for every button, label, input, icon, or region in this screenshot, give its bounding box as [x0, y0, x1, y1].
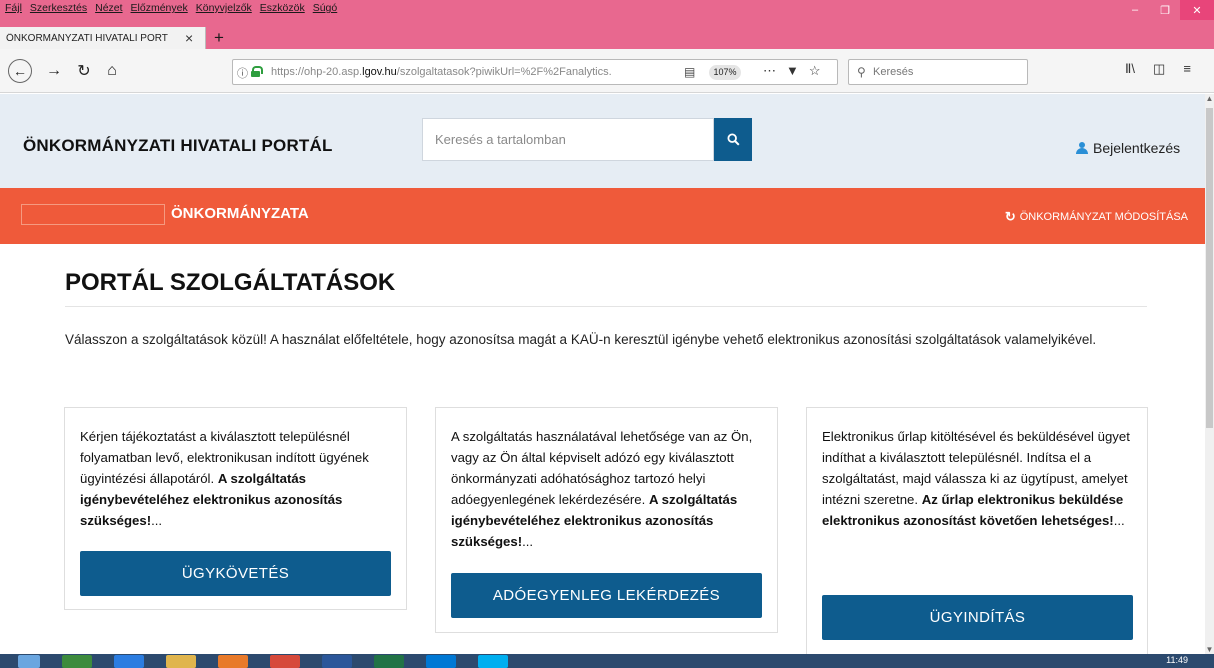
site-header: ÖNKORMÁNYZATI HIVATALI PORTÁL Keresés a …: [0, 94, 1205, 188]
reload-icon[interactable]: ↻: [74, 60, 94, 82]
forward-icon[interactable]: →: [44, 60, 64, 82]
municipality-change-label: ÖNKORMÁNYZAT MÓDOSÍTÁSA: [1019, 211, 1188, 223]
scroll-thumb[interactable]: [1206, 108, 1213, 428]
restore-icon[interactable]: ❐: [1150, 0, 1180, 20]
service-card-tax-balance: A szolgáltatás használatával lehetősége …: [435, 407, 778, 633]
clock[interactable]: 11:49: [1166, 655, 1188, 665]
tab-close-icon[interactable]: ×: [185, 30, 193, 46]
site-search: Keresés a tartalomban: [422, 118, 752, 161]
reader-view-icon[interactable]: ▤: [684, 65, 695, 79]
bookmark-star-icon[interactable]: ☆: [809, 63, 821, 79]
store-icon[interactable]: [62, 655, 92, 668]
lock-icon: [251, 66, 263, 77]
windows-start-icon[interactable]: [18, 655, 40, 668]
scroll-down-icon[interactable]: ▼: [1205, 645, 1214, 654]
pocket-icon[interactable]: ▼: [786, 63, 799, 79]
hamburger-menu-icon[interactable]: ≡: [1183, 61, 1191, 77]
browser-search-placeholder: Keresés: [873, 66, 914, 78]
login-label: Bejelentkezés: [1093, 140, 1181, 156]
window-controls: – ❐ ✕: [1120, 0, 1214, 20]
card-ellipsis: ...: [151, 513, 163, 528]
service-card-case-start: Elektronikus űrlap kitöltésével és bekül…: [806, 407, 1148, 654]
intro-text: Válasszon a szolgáltatások közül! A hasz…: [65, 332, 1097, 347]
card-ellipsis: ...: [1113, 513, 1125, 528]
toolbar-right: Ⅱ\ ◫ ≡: [1125, 61, 1191, 77]
explorer-icon[interactable]: [166, 655, 196, 668]
url-text[interactable]: https://ohp-20.asp.lgov.hu/szolgaltataso…: [271, 66, 671, 78]
search-icon: [726, 133, 740, 146]
sidebar-icon[interactable]: ◫: [1153, 61, 1165, 77]
site-search-input[interactable]: Keresés a tartalomban: [422, 118, 714, 161]
firefox-icon[interactable]: [218, 655, 248, 668]
url-prefix: https://ohp-20.asp.: [271, 66, 363, 78]
outlook-icon[interactable]: [426, 655, 456, 668]
site-info-icon[interactable]: ⓘ: [237, 65, 248, 81]
page-actions: ⋯ ▼ ☆: [763, 63, 821, 79]
zoom-level[interactable]: 107%: [709, 65, 741, 80]
menu-help[interactable]: Súgó: [313, 2, 338, 16]
home-icon[interactable]: ⌂: [102, 60, 122, 82]
municipality-bar: ÖNKORMÁNYZATA ↻ ÖNKORMÁNYZAT MÓDOSÍTÁSA: [0, 188, 1205, 244]
user-icon: [1076, 142, 1088, 154]
new-tab-icon[interactable]: +: [214, 27, 224, 49]
tab-title: ÖNKORMÁNYZATI HIVATALI PORT: [6, 32, 168, 44]
browser-search-input[interactable]: ⚲ Keresés: [848, 59, 1028, 85]
excel-icon[interactable]: [374, 655, 404, 668]
card-ellipsis: ...: [522, 534, 534, 549]
card-description: Elektronikus űrlap kitöltésével és bekül…: [822, 426, 1134, 531]
minimize-icon[interactable]: –: [1120, 0, 1150, 20]
page-title: PORTÁL SZOLGÁLTATÁSOK: [65, 269, 396, 296]
word-icon[interactable]: [322, 655, 352, 668]
card-description: A szolgáltatás használatával lehetősége …: [451, 426, 763, 552]
menu-view[interactable]: Nézet: [95, 2, 122, 16]
menu-edit[interactable]: Szerkesztés: [30, 2, 87, 16]
url-bar[interactable]: ⓘ https://ohp-20.asp.lgov.hu/szolgaltata…: [232, 59, 838, 85]
municipality-name: ÖNKORMÁNYZATA: [171, 205, 309, 222]
close-window-icon[interactable]: ✕: [1180, 0, 1214, 20]
web-page: ÖNKORMÁNYZATI HIVATALI PORTÁL Keresés a …: [0, 94, 1205, 654]
os-taskbar: 11:49: [0, 654, 1214, 668]
browser-tab[interactable]: ÖNKORMÁNYZATI HIVATALI PORT ×: [0, 27, 206, 49]
url-suffix: /szolgaltatasok?piwikUrl=%2F%2Fanalytics…: [396, 66, 612, 78]
municipality-name-box: [21, 204, 165, 225]
chrome-icon[interactable]: [270, 655, 300, 668]
more-actions-icon[interactable]: ⋯: [763, 63, 776, 79]
site-search-button[interactable]: [714, 118, 752, 161]
url-domain: lgov.hu: [362, 66, 397, 78]
municipality-change-link[interactable]: ↻ ÖNKORMÁNYZAT MÓDOSÍTÁSA: [1005, 209, 1188, 225]
case-start-button[interactable]: ÜGYINDÍTÁS: [822, 595, 1133, 640]
back-icon[interactable]: ←: [8, 59, 32, 83]
site-title[interactable]: ÖNKORMÁNYZATI HIVATALI PORTÁL: [23, 136, 333, 156]
skype-icon[interactable]: [478, 655, 508, 668]
tax-balance-button[interactable]: ADÓEGYENLEG LEKÉRDEZÉS: [451, 573, 762, 618]
menu-bookmarks[interactable]: Könyvjelzők: [196, 2, 252, 16]
menu-file[interactable]: Fájl: [5, 2, 22, 16]
search-icon: ⚲: [857, 65, 866, 79]
taskbar-icons: [18, 655, 508, 668]
menu-history[interactable]: Előzmények: [131, 2, 188, 16]
heading-divider: [65, 306, 1147, 307]
service-card-case-tracking: Kérjen tájékoztatást a kiválasztott tele…: [64, 407, 407, 610]
page-scrollbar[interactable]: ▲ ▼: [1205, 94, 1214, 654]
library-icon[interactable]: Ⅱ\: [1125, 61, 1135, 77]
scroll-up-icon[interactable]: ▲: [1205, 94, 1214, 103]
ie-icon[interactable]: [114, 655, 144, 668]
browser-menubar: Fájl Szerkesztés Nézet Előzmények Könyvj…: [0, 2, 337, 16]
refresh-icon: ↻: [1004, 209, 1016, 224]
card-description: Kérjen tájékoztatást a kiválasztott tele…: [80, 426, 398, 531]
menu-tools[interactable]: Eszközök: [260, 2, 305, 16]
login-link[interactable]: Bejelentkezés: [1076, 140, 1180, 156]
case-tracking-button[interactable]: ÜGYKÖVETÉS: [80, 551, 391, 596]
